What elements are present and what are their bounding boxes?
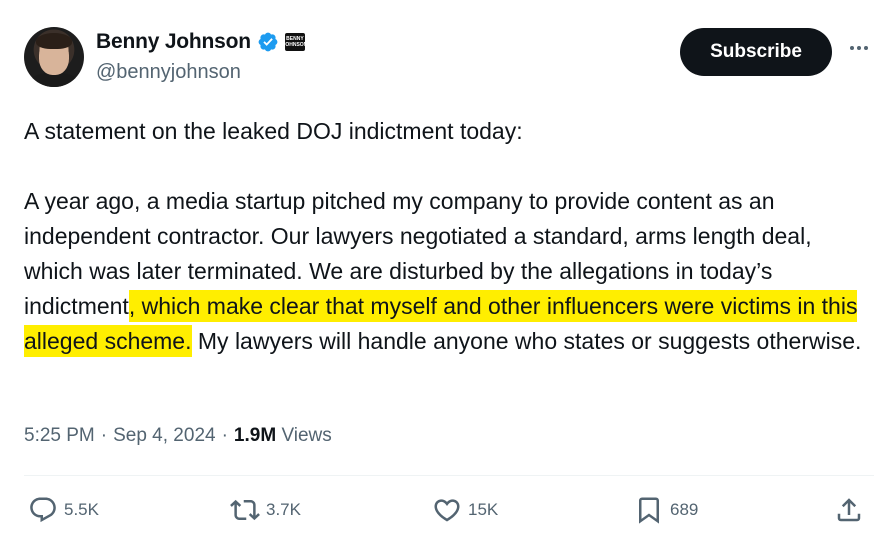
tweet-text: A statement on the leaked DOJ indictment… (24, 114, 874, 359)
affiliation-badge-icon[interactable]: BENNY JOHNSON (283, 33, 307, 51)
views-stat[interactable]: 1.9M Views (234, 425, 332, 447)
more-dot (864, 46, 868, 50)
bookmark-button[interactable]: 689 (634, 495, 698, 525)
author-display-name[interactable]: Benny Johnson (96, 30, 251, 54)
author-handle[interactable]: @bennyjohnson (96, 61, 241, 84)
reply-button[interactable]: 5.5K (28, 495, 99, 525)
tweet-intro-line: A statement on the leaked DOJ indictment… (24, 118, 523, 144)
tweet-body-paragraph: A year ago, a media startup pitched my c… (24, 184, 874, 359)
tweet-date[interactable]: Sep 4, 2024 (113, 425, 215, 447)
more-dot (857, 46, 861, 50)
reply-icon (30, 497, 56, 523)
share-icon (837, 498, 861, 522)
author-name-row: Benny Johnson BENNY JOHNSON (96, 30, 307, 54)
tweet-meta: 5:25 PM · Sep 4, 2024 · 1.9M Views (24, 425, 332, 447)
more-horizontal-icon[interactable] (846, 38, 872, 58)
divider (24, 475, 874, 476)
more-dot (850, 46, 854, 50)
share-button[interactable] (834, 495, 864, 525)
meta-separator: · (221, 425, 228, 446)
tweet-time[interactable]: 5:25 PM (24, 425, 95, 447)
subscribe-button[interactable]: Subscribe (680, 28, 832, 76)
repost-count: 3.7K (266, 500, 301, 519)
views-label: Views (281, 425, 332, 446)
avatar-hair (36, 33, 72, 49)
like-count: 15K (468, 500, 499, 519)
like-button[interactable]: 15K (432, 495, 498, 525)
bookmark-count: 689 (670, 500, 699, 519)
reply-count: 5.5K (64, 500, 99, 519)
repost-icon (230, 499, 260, 521)
verified-badge-icon[interactable] (257, 31, 279, 53)
meta-separator: · (100, 425, 108, 446)
bookmark-icon (639, 497, 659, 524)
avatar[interactable] (24, 27, 84, 87)
avatar-shirt (28, 73, 80, 87)
heart-icon (434, 499, 460, 522)
tweet-body-after: My lawyers will handle anyone who states… (191, 328, 862, 354)
tweet-actions-bar: 5.5K 3.7K 15K 689 (0, 495, 892, 535)
views-count: 1.9M (233, 425, 277, 446)
repost-button[interactable]: 3.7K (230, 495, 301, 525)
